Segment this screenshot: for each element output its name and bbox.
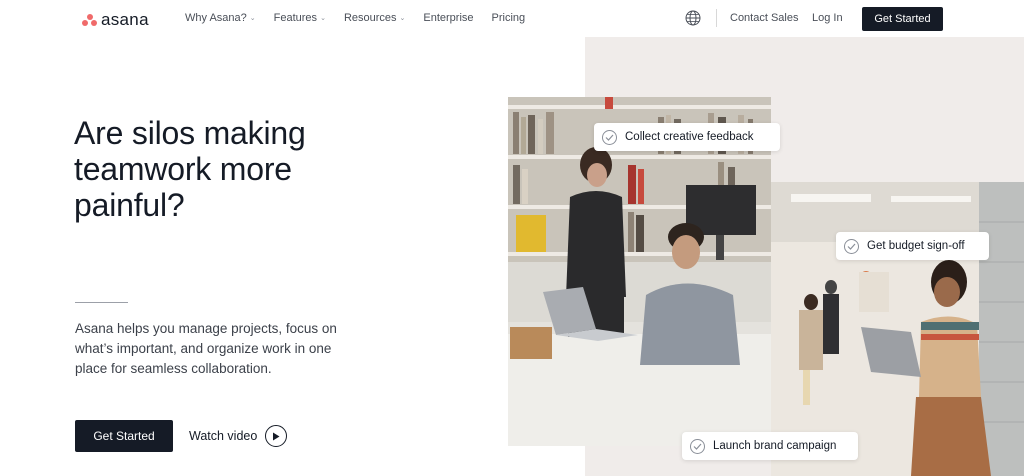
nav-link-features[interactable]: Features ⌄ — [274, 12, 326, 24]
nav-link-label: Resources — [343, 12, 397, 24]
globe-icon[interactable] — [685, 10, 701, 26]
callout-budget-signoff: Get budget sign-off — [836, 232, 989, 260]
callout-label: Collect creative feedback — [625, 131, 754, 143]
nav-link-label: Why Asana? — [185, 12, 247, 24]
check-circle-icon — [844, 238, 859, 254]
chevron-down-icon: ⌄ — [399, 15, 406, 22]
hero-headline: Are silos making teamwork more painful? — [74, 115, 306, 223]
hero-subtext: Asana helps you manage projects, focus o… — [75, 321, 337, 376]
callout-collect-feedback: Collect creative feedback — [594, 123, 780, 151]
nav-links: Why Asana? ⌄ Features ⌄ Resources ⌄ Ente… — [185, 12, 543, 24]
callout-label: Get budget sign-off — [867, 240, 965, 252]
check-circle-icon — [690, 438, 705, 454]
play-icon — [265, 425, 288, 447]
nav-link-label: Pricing — [491, 12, 526, 24]
nav-link-enterprise[interactable]: Enterprise — [423, 12, 473, 24]
nav-link-why-asana[interactable]: Why Asana? ⌄ — [185, 12, 256, 24]
chevron-down-icon: ⌄ — [249, 15, 256, 22]
contact-sales-link[interactable]: Contact Sales — [730, 12, 798, 24]
nav-divider — [716, 9, 717, 27]
nav-link-label: Features — [273, 12, 318, 24]
watch-video-button[interactable]: Watch video — [189, 425, 288, 447]
nav-link-resources[interactable]: Resources ⌄ — [344, 12, 405, 24]
top-navigation: asana Why Asana? ⌄ Features ⌄ Resources … — [0, 0, 1024, 37]
logo-text: asana — [101, 10, 149, 29]
hero-get-started-button[interactable]: Get Started — [75, 420, 173, 452]
asana-logo[interactable]: asana — [82, 10, 149, 30]
callout-label: Launch brand campaign — [713, 440, 837, 452]
nav-link-pricing[interactable]: Pricing — [492, 12, 526, 24]
watch-video-label: Watch video — [189, 429, 258, 443]
nav-link-label: Enterprise — [423, 12, 474, 24]
callout-launch-campaign: Launch brand campaign — [682, 432, 858, 460]
nav-get-started-button[interactable]: Get Started — [862, 7, 943, 31]
hero-divider — [75, 302, 128, 303]
asana-logo-icon — [82, 13, 97, 27]
chevron-down-icon: ⌄ — [320, 15, 326, 22]
login-link[interactable]: Log In — [812, 12, 843, 24]
check-circle-icon — [602, 129, 617, 145]
